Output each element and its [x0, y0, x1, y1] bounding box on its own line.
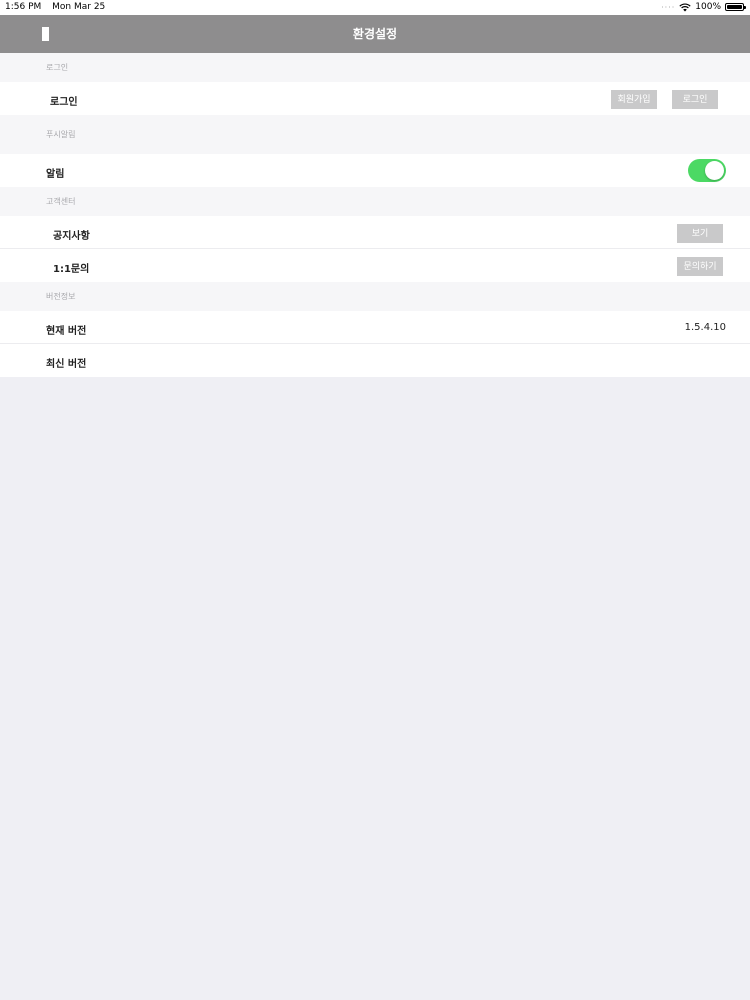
current-version-value: 1.5.4.10 — [684, 322, 726, 333]
section-header-push: 푸시알림 — [0, 115, 750, 154]
push-row-label: 알림 — [46, 169, 65, 180]
notice-row-label: 공지사항 — [53, 231, 90, 242]
section-header-version: 버전정보 — [0, 282, 750, 311]
signup-button[interactable]: 회원가입 — [611, 90, 657, 109]
push-row: 알림 — [0, 154, 750, 187]
latest-version-row: 최신 버전 — [0, 344, 750, 377]
status-date: Mon Mar 25 — [52, 2, 106, 12]
login-button[interactable]: 로그인 — [672, 90, 718, 109]
battery-percent: 100% — [695, 2, 721, 12]
current-version-label: 현재 버전 — [46, 326, 87, 337]
inquiry-row-label: 1:1문의 — [53, 264, 90, 275]
toggle-knob — [705, 161, 724, 180]
status-left: 1:56 PM Mon Mar 25 — [5, 2, 113, 12]
section-header-support: 고객센터 — [0, 187, 750, 216]
wifi-icon — [679, 2, 691, 11]
nav-bar: 환경설정 — [0, 15, 750, 53]
latest-version-label: 최신 버전 — [46, 359, 87, 370]
status-right: ···· 100% — [661, 2, 746, 12]
inquiry-button[interactable]: 문의하기 — [677, 257, 723, 276]
section-header-login: 로그인 — [0, 53, 750, 82]
push-toggle[interactable] — [688, 159, 726, 182]
login-row: 로그인 회원가입 로그인 — [0, 82, 750, 115]
inquiry-row: 1:1문의 문의하기 — [0, 249, 750, 282]
login-row-label: 로그인 — [50, 97, 78, 108]
battery-icon — [725, 3, 746, 11]
notice-row: 공지사항 보기 — [0, 216, 750, 249]
signal-dots-icon: ···· — [661, 2, 676, 12]
status-time: 1:56 PM — [5, 2, 42, 12]
status-bar: 1:56 PM Mon Mar 25 ···· 100% — [0, 0, 750, 15]
notice-view-button[interactable]: 보기 — [677, 224, 723, 243]
current-version-row: 현재 버전 1.5.4.10 — [0, 311, 750, 344]
page-title: 환경설정 — [352, 27, 398, 41]
